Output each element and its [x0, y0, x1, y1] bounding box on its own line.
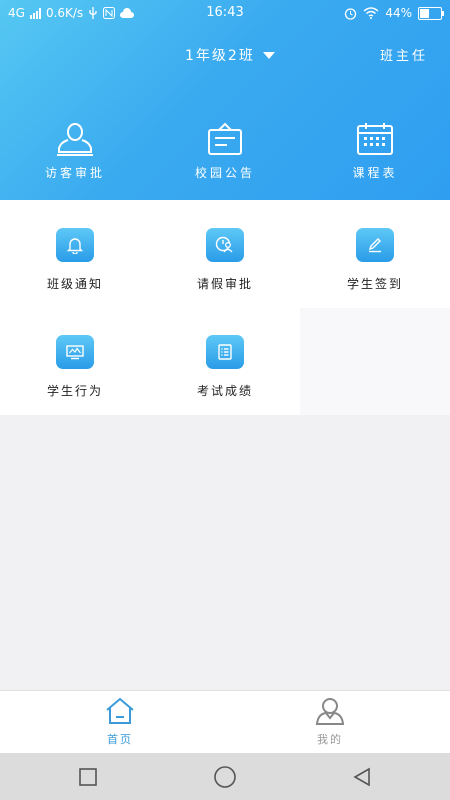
- top-action-label: 访客审批: [44, 166, 105, 180]
- alarm-icon: [345, 7, 357, 20]
- visitor-icon: [57, 123, 93, 156]
- grid-item-label: 请假审批: [196, 277, 253, 291]
- circle-icon: [214, 766, 236, 788]
- back-triangle-icon: [353, 767, 370, 787]
- notice-board-icon: [208, 122, 242, 155]
- recent-apps-button[interactable]: [76, 765, 100, 789]
- header: 4G 0.6K/s 16:43 44% 1年级2班 班主任 访客审批 校园公告 …: [0, 0, 450, 200]
- tab-home[interactable]: 首页: [60, 697, 180, 747]
- calendar-icon: [357, 123, 393, 155]
- exam-score-tile: [206, 335, 244, 369]
- top-action-label: 校园公告: [194, 166, 255, 180]
- tab-label: 我的: [317, 733, 343, 746]
- grid-item-label: 学生签到: [346, 277, 403, 291]
- class-notice-tile: [56, 228, 94, 262]
- bell-icon: [66, 238, 84, 254]
- timetable-button[interactable]: 课程表: [325, 122, 425, 181]
- student-signin-tile: [356, 228, 394, 262]
- back-button[interactable]: [350, 765, 374, 789]
- class-name: 1年级2班: [185, 48, 255, 64]
- battery-icon: [418, 6, 444, 20]
- class-selector[interactable]: 1年级2班: [185, 45, 275, 65]
- class-notice-button[interactable]: 班级通知: [0, 228, 150, 292]
- exam-score-button[interactable]: 考试成绩: [150, 335, 300, 399]
- system-nav-bar: [0, 753, 450, 800]
- tab-mine[interactable]: 我的: [270, 697, 390, 747]
- tab-label: 首页: [107, 733, 133, 746]
- pen-icon: [368, 238, 381, 253]
- student-signin-button[interactable]: 学生签到: [300, 228, 450, 292]
- visitor-approval-button[interactable]: 访客审批: [25, 122, 125, 181]
- role-label: 班主任: [379, 49, 428, 64]
- grid-empty-cell: [300, 308, 450, 415]
- grid-item-label: 班级通知: [46, 277, 103, 291]
- leave-approval-icon: [215, 236, 233, 253]
- home-system-button[interactable]: [213, 765, 237, 789]
- tab-bar: 首页 我的: [0, 690, 450, 754]
- wifi-icon: [363, 7, 379, 19]
- leave-approval-button[interactable]: 请假审批: [150, 228, 300, 292]
- campus-notice-button[interactable]: 校园公告: [175, 122, 275, 181]
- top-action-label: 课程表: [352, 166, 398, 180]
- grid-item-label: 学生行为: [46, 384, 103, 398]
- user-icon: [315, 698, 345, 725]
- chevron-down-icon: [262, 51, 275, 59]
- battery-fill: [420, 8, 429, 18]
- grid-item-label: 考试成绩: [196, 384, 253, 398]
- student-behavior-tile: [56, 335, 94, 369]
- function-grid: 班级通知 请假审批 学生签到 学生行为 考试成绩: [0, 200, 450, 415]
- student-behavior-button[interactable]: 学生行为: [0, 335, 150, 399]
- battery-percent: 44%: [385, 6, 412, 20]
- leave-approval-tile: [206, 228, 244, 262]
- status-bar: 4G 0.6K/s 16:43 44%: [0, 0, 450, 28]
- list-icon: [218, 344, 232, 360]
- monitor-chart-icon: [66, 345, 84, 360]
- square-icon: [79, 768, 97, 786]
- home-icon: [106, 697, 134, 724]
